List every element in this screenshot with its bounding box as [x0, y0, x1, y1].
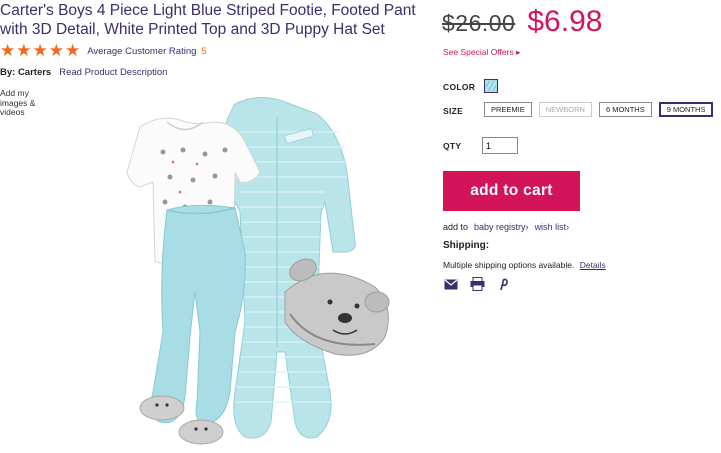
star-icon: ★ — [0, 41, 16, 60]
rating-stars[interactable]: ★ ★ ★ ★ ★ — [0, 41, 81, 60]
add-to-row: add to baby registry› wish list› — [443, 222, 569, 232]
shipping-title: Shipping: — [443, 240, 490, 251]
pinterest-icon[interactable] — [495, 277, 511, 291]
rating-count[interactable]: 5 — [201, 46, 206, 57]
color-swatch[interactable] — [484, 79, 498, 93]
brand-name: By: Carters — [0, 67, 52, 78]
color-swatch-pattern — [486, 81, 496, 91]
print-icon[interactable] — [469, 277, 485, 291]
special-offers-link[interactable]: See Special Offers ▸ — [443, 47, 520, 58]
size-label: SIZE — [443, 106, 464, 116]
brand-row: By: Carters Read Product Description — [0, 67, 167, 78]
sale-price: $6.98 — [527, 5, 603, 38]
star-icon: ★ — [65, 41, 81, 60]
color-label: COLOR — [443, 82, 476, 92]
star-icon: ★ — [16, 41, 32, 60]
qty-label: QTY — [443, 141, 462, 151]
size-option-6-months[interactable]: 6 MONTHS — [598, 102, 652, 117]
price-row: $26.00 $6.98 — [442, 5, 602, 39]
share-icons — [443, 277, 511, 291]
product-illustration — [126, 97, 390, 445]
size-options: PREEMIE NEWBORN 6 MONTHS 9 MONTHS — [484, 102, 714, 117]
size-option-9-months[interactable]: 9 MONTHS — [658, 102, 714, 117]
add-to-label: add to — [443, 222, 469, 232]
size-option-preemie[interactable]: PREEMIE — [484, 102, 532, 117]
original-price: $26.00 — [442, 10, 516, 36]
shipping-details-link[interactable]: Details — [580, 260, 606, 270]
shipping-text: Multiple shipping options available. Det… — [443, 260, 606, 270]
add-media-link[interactable]: Add my images & videos — [0, 88, 40, 118]
add-to-cart-button[interactable]: add to cart — [443, 171, 580, 211]
rating-label[interactable]: Average Customer Rating — [87, 46, 196, 57]
product-image[interactable] — [85, 92, 405, 450]
email-icon[interactable] — [443, 277, 459, 291]
star-icon: ★ — [32, 41, 48, 60]
shipping-description: Multiple shipping options available. — [443, 260, 575, 270]
size-option-newborn[interactable]: NEWBORN — [538, 102, 592, 117]
read-description-link[interactable]: Read Product Description — [59, 67, 167, 78]
star-icon: ★ — [48, 41, 64, 60]
qty-input[interactable] — [482, 137, 518, 154]
baby-registry-link[interactable]: baby registry› — [474, 222, 529, 232]
rating-row: ★ ★ ★ ★ ★ Average Customer Rating 5 — [0, 41, 207, 60]
wish-list-link[interactable]: wish list› — [535, 222, 570, 232]
product-title: Carter's Boys 4 Piece Light Blue Striped… — [0, 2, 416, 38]
